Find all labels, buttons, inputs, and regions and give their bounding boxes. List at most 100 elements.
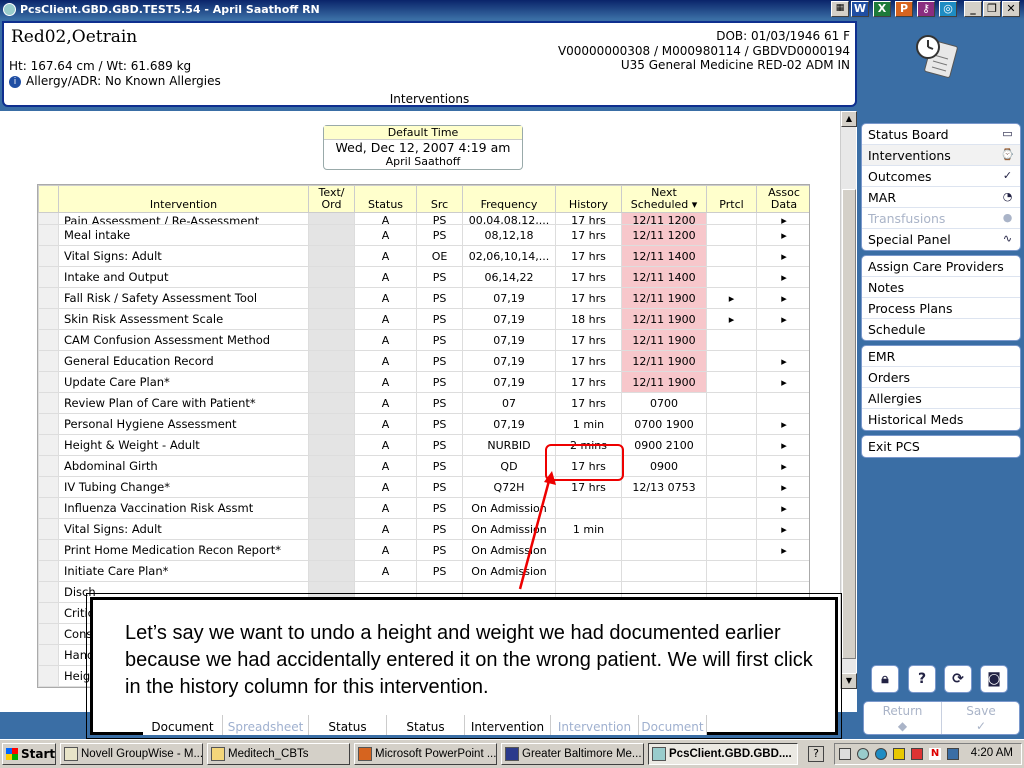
prtcl-cell[interactable] <box>706 266 757 288</box>
status-cell[interactable]: A <box>354 350 417 372</box>
status-cell[interactable]: A <box>354 476 417 498</box>
src-cell[interactable]: PS <box>416 518 463 540</box>
src-cell[interactable]: PS <box>416 539 463 561</box>
network-icon[interactable] <box>947 748 959 760</box>
prtcl-cell[interactable] <box>706 350 757 372</box>
frequency-cell[interactable]: 02,06,10,14,... <box>462 245 556 267</box>
tray-icon-3[interactable] <box>875 748 887 760</box>
scrollbar-thumb[interactable] <box>842 189 856 659</box>
tray-icon-2[interactable] <box>857 748 869 760</box>
tray-icon-5[interactable] <box>911 748 923 760</box>
intervention-cell[interactable]: Vital Signs: Adult <box>58 245 309 267</box>
status-cell[interactable]: A <box>354 266 417 288</box>
tray-n-icon[interactable]: N <box>929 748 941 760</box>
frequency-cell[interactable]: 07 <box>462 392 556 414</box>
row-gap-cell[interactable] <box>38 371 59 393</box>
text-ord-cell[interactable] <box>308 245 355 267</box>
table-row[interactable]: Fall Risk / Safety Assessment Tool A PS 07,… <box>38 287 809 309</box>
header-text-ord[interactable]: Text/ Ord <box>308 185 355 213</box>
next-scheduled-cell[interactable]: 12/11 1400 <box>621 266 707 288</box>
next-scheduled-cell[interactable]: 0900 2100 <box>621 434 707 456</box>
prtcl-cell[interactable] <box>706 392 757 414</box>
src-cell[interactable]: PS <box>416 287 463 309</box>
next-scheduled-cell[interactable] <box>621 518 707 540</box>
intervention-cell[interactable]: Vital Signs: Adult <box>58 518 309 540</box>
intervention-cell[interactable]: Personal Hygiene Assessment <box>58 413 309 435</box>
assoc-data-cell[interactable]: ▸ <box>756 350 809 372</box>
sidebar-item-process-plans[interactable]: Process Plans <box>862 298 1020 319</box>
header-status[interactable]: Status <box>354 185 417 213</box>
tray-icon-1[interactable] <box>839 748 851 760</box>
text-ord-cell[interactable] <box>308 266 355 288</box>
help-icon[interactable]: ? <box>908 665 936 693</box>
intervention-cell[interactable]: CAM Confusion Assessment Method <box>58 329 309 351</box>
table-row[interactable]: Personal Hygiene Assessment A PS 07,19 1 min… <box>38 413 809 435</box>
globe-icon[interactable]: ◎ <box>939 1 957 17</box>
frequency-cell[interactable]: 06,14,22 <box>462 266 556 288</box>
src-cell[interactable]: OE <box>416 245 463 267</box>
key-icon[interactable]: ⚷ <box>917 1 935 17</box>
assoc-data-cell[interactable]: ▸ <box>756 518 809 540</box>
assoc-data-cell[interactable]: ▸ <box>756 287 809 309</box>
src-cell[interactable]: PS <box>416 413 463 435</box>
row-gap-cell[interactable] <box>38 224 59 246</box>
text-ord-cell[interactable] <box>308 497 355 519</box>
table-row[interactable]: Vital Signs: Adult A PS On Admission 1 min ▸ <box>38 518 809 540</box>
status-cell[interactable]: A <box>354 518 417 540</box>
table-row[interactable]: Influenza Vaccination Risk Assmt A PS On Ad… <box>38 497 809 519</box>
next-scheduled-cell[interactable]: 12/11 1900 <box>621 350 707 372</box>
scroll-up-arrow-icon[interactable]: ▲ <box>841 111 857 127</box>
next-scheduled-cell[interactable]: 12/11 1900 <box>621 371 707 393</box>
src-cell[interactable]: PS <box>416 350 463 372</box>
sidebar-item-schedule[interactable]: Schedule <box>862 319 1020 340</box>
row-gap-cell[interactable] <box>38 644 59 666</box>
status-cell[interactable]: A <box>354 434 417 456</box>
row-gap-cell[interactable] <box>38 560 59 582</box>
next-scheduled-cell[interactable]: 12/13 0753 <box>621 476 707 498</box>
assoc-data-cell[interactable]: ▸ <box>756 212 809 225</box>
history-cell[interactable]: 17 hrs <box>555 350 622 372</box>
task-meditech-cbts[interactable]: Meditech_CBTs <box>207 743 350 765</box>
row-gap-cell[interactable] <box>38 329 59 351</box>
tab-intervention[interactable]: Intervention <box>465 715 551 735</box>
row-gap-cell[interactable] <box>38 350 59 372</box>
header-assoc-data[interactable]: Assoc Data <box>756 185 809 213</box>
prtcl-cell[interactable] <box>706 476 757 498</box>
next-scheduled-cell[interactable]: 0700 1900 <box>621 413 707 435</box>
next-scheduled-cell[interactable]: 12/11 1900 <box>621 308 707 330</box>
row-gap-cell[interactable] <box>38 518 59 540</box>
prtcl-cell[interactable] <box>706 539 757 561</box>
next-scheduled-cell[interactable]: 12/11 1200 <box>621 224 707 246</box>
history-cell[interactable]: 17 hrs <box>555 287 622 309</box>
sidebar-item-exit-pcs[interactable]: Exit PCS <box>862 436 1020 457</box>
src-cell[interactable]: PS <box>416 560 463 582</box>
history-cell[interactable]: 17 hrs <box>555 392 622 414</box>
status-cell[interactable]: A <box>354 371 417 393</box>
intervention-cell[interactable]: Abdominal Girth <box>58 455 309 477</box>
history-cell[interactable]: 17 hrs <box>555 212 622 225</box>
row-gap-cell[interactable] <box>38 455 59 477</box>
row-gap-cell[interactable] <box>38 476 59 498</box>
header-frequency[interactable]: Frequency <box>462 185 556 213</box>
tab-spreadsheet[interactable]: Spreadsheet <box>223 715 309 735</box>
history-cell[interactable]: 1 min <box>555 413 622 435</box>
table-row[interactable]: Abdominal Girth A PS QD 17 hrs 0900 ▸ <box>38 455 809 477</box>
history-cell[interactable]: 18 hrs <box>555 308 622 330</box>
prtcl-cell[interactable] <box>706 560 757 582</box>
src-cell[interactable]: PS <box>416 476 463 498</box>
intervention-cell[interactable]: Print Home Medication Recon Report* <box>58 539 309 561</box>
table-row[interactable]: General Education Record A PS 07,19 17 hrs 12… <box>38 350 809 372</box>
src-cell[interactable]: PS <box>416 266 463 288</box>
sidebar-item-transfusions[interactable]: Transfusions ● <box>862 208 1020 229</box>
lock-icon[interactable]: 🔒︎ <box>871 665 899 693</box>
row-gap-cell[interactable] <box>38 434 59 456</box>
next-scheduled-cell[interactable] <box>621 560 707 582</box>
save-button[interactable]: Save ✓ <box>942 702 1020 734</box>
row-gap-cell[interactable] <box>38 287 59 309</box>
status-cell[interactable]: A <box>354 224 417 246</box>
status-cell[interactable]: A <box>354 560 417 582</box>
prtcl-cell[interactable] <box>706 497 757 519</box>
row-gap-cell[interactable] <box>38 245 59 267</box>
frequency-cell[interactable]: 07,19 <box>462 329 556 351</box>
text-ord-cell[interactable] <box>308 350 355 372</box>
